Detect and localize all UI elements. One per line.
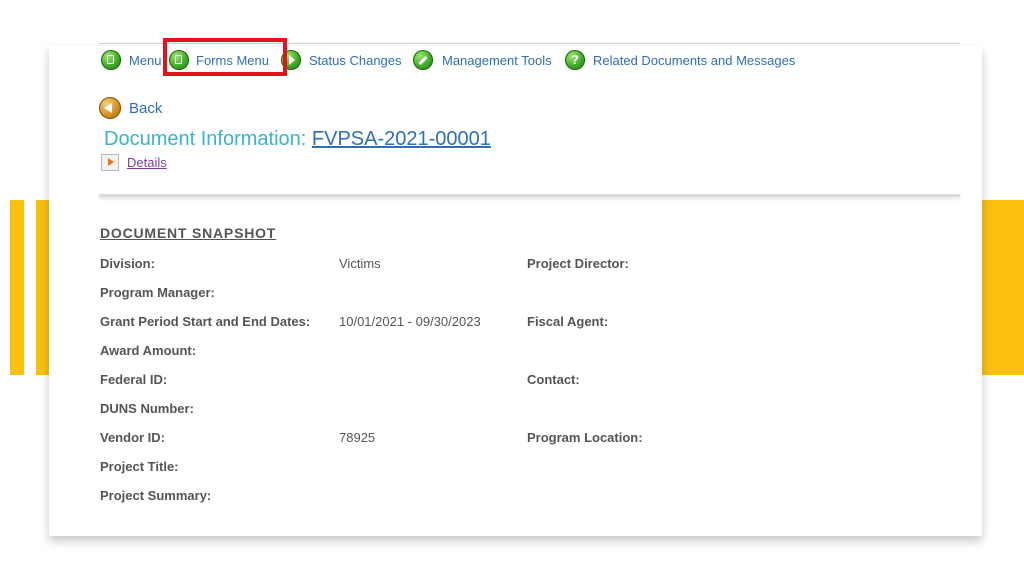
division-value: Victims (339, 256, 381, 271)
document-icon (169, 50, 189, 70)
decorative-stripe-right (982, 200, 1024, 375)
nav-related-documents[interactable]: Related Documents and Messages (565, 49, 795, 71)
arrow-right-icon (281, 50, 301, 70)
nav-menu[interactable]: Menu (101, 49, 162, 71)
section-divider (99, 194, 960, 197)
details-link[interactable]: Details (127, 155, 167, 170)
nav-status-changes[interactable]: Status Changes (281, 49, 402, 71)
back-arrow-icon (99, 97, 121, 119)
program-manager-label: Program Manager: (100, 285, 215, 300)
nav-forms-menu[interactable]: Forms Menu (169, 49, 269, 71)
decorative-stripe-left (10, 200, 24, 375)
expand-icon (101, 154, 119, 171)
nav-management-tools-label: Management Tools (442, 52, 552, 68)
decorative-stripe-left-2 (36, 200, 49, 375)
grant-period-value: 10/01/2021 - 09/30/2023 (339, 314, 481, 329)
duns-number-label: DUNS Number: (100, 401, 194, 416)
back-label: Back (129, 99, 163, 117)
document-information-label: Document Information: (104, 128, 307, 150)
nav-status-changes-label: Status Changes (309, 52, 402, 68)
details-toggle[interactable]: Details (101, 154, 167, 171)
contact-label: Contact: (527, 372, 580, 387)
award-amount-label: Award Amount: (100, 343, 197, 358)
nav-management-tools[interactable]: Management Tools (413, 49, 552, 71)
question-icon (565, 50, 585, 70)
project-title-label: Project Title: (100, 459, 179, 474)
vendor-id-label: Vendor ID: (100, 430, 166, 445)
nav-menu-label: Menu (129, 52, 162, 68)
project-director-label: Project Director: (527, 256, 629, 271)
document-card: Menu Forms Menu Status Changes Managemen… (49, 38, 982, 536)
federal-id-label: Federal ID: (100, 372, 168, 387)
vendor-id-value: 78925 (339, 430, 376, 445)
document-id-link[interactable]: FVPSA-2021-00001 (312, 128, 491, 150)
project-summary-label: Project Summary: (100, 488, 212, 503)
document-information-heading: Document Information: FVPSA-2021-00001 (104, 128, 491, 151)
document-icon (101, 50, 121, 70)
back-button[interactable]: Back (99, 97, 162, 119)
snapshot-title: DOCUMENT SNAPSHOT (100, 225, 277, 241)
fiscal-agent-label: Fiscal Agent: (527, 314, 609, 329)
division-label: Division: (100, 256, 155, 271)
nav-related-documents-label: Related Documents and Messages (593, 52, 796, 68)
tools-icon (413, 50, 433, 70)
program-location-label: Program Location: (527, 430, 643, 445)
nav-forms-menu-label: Forms Menu (196, 52, 269, 68)
top-divider (99, 43, 960, 44)
grant-period-label: Grant Period Start and End Dates: (100, 314, 311, 329)
